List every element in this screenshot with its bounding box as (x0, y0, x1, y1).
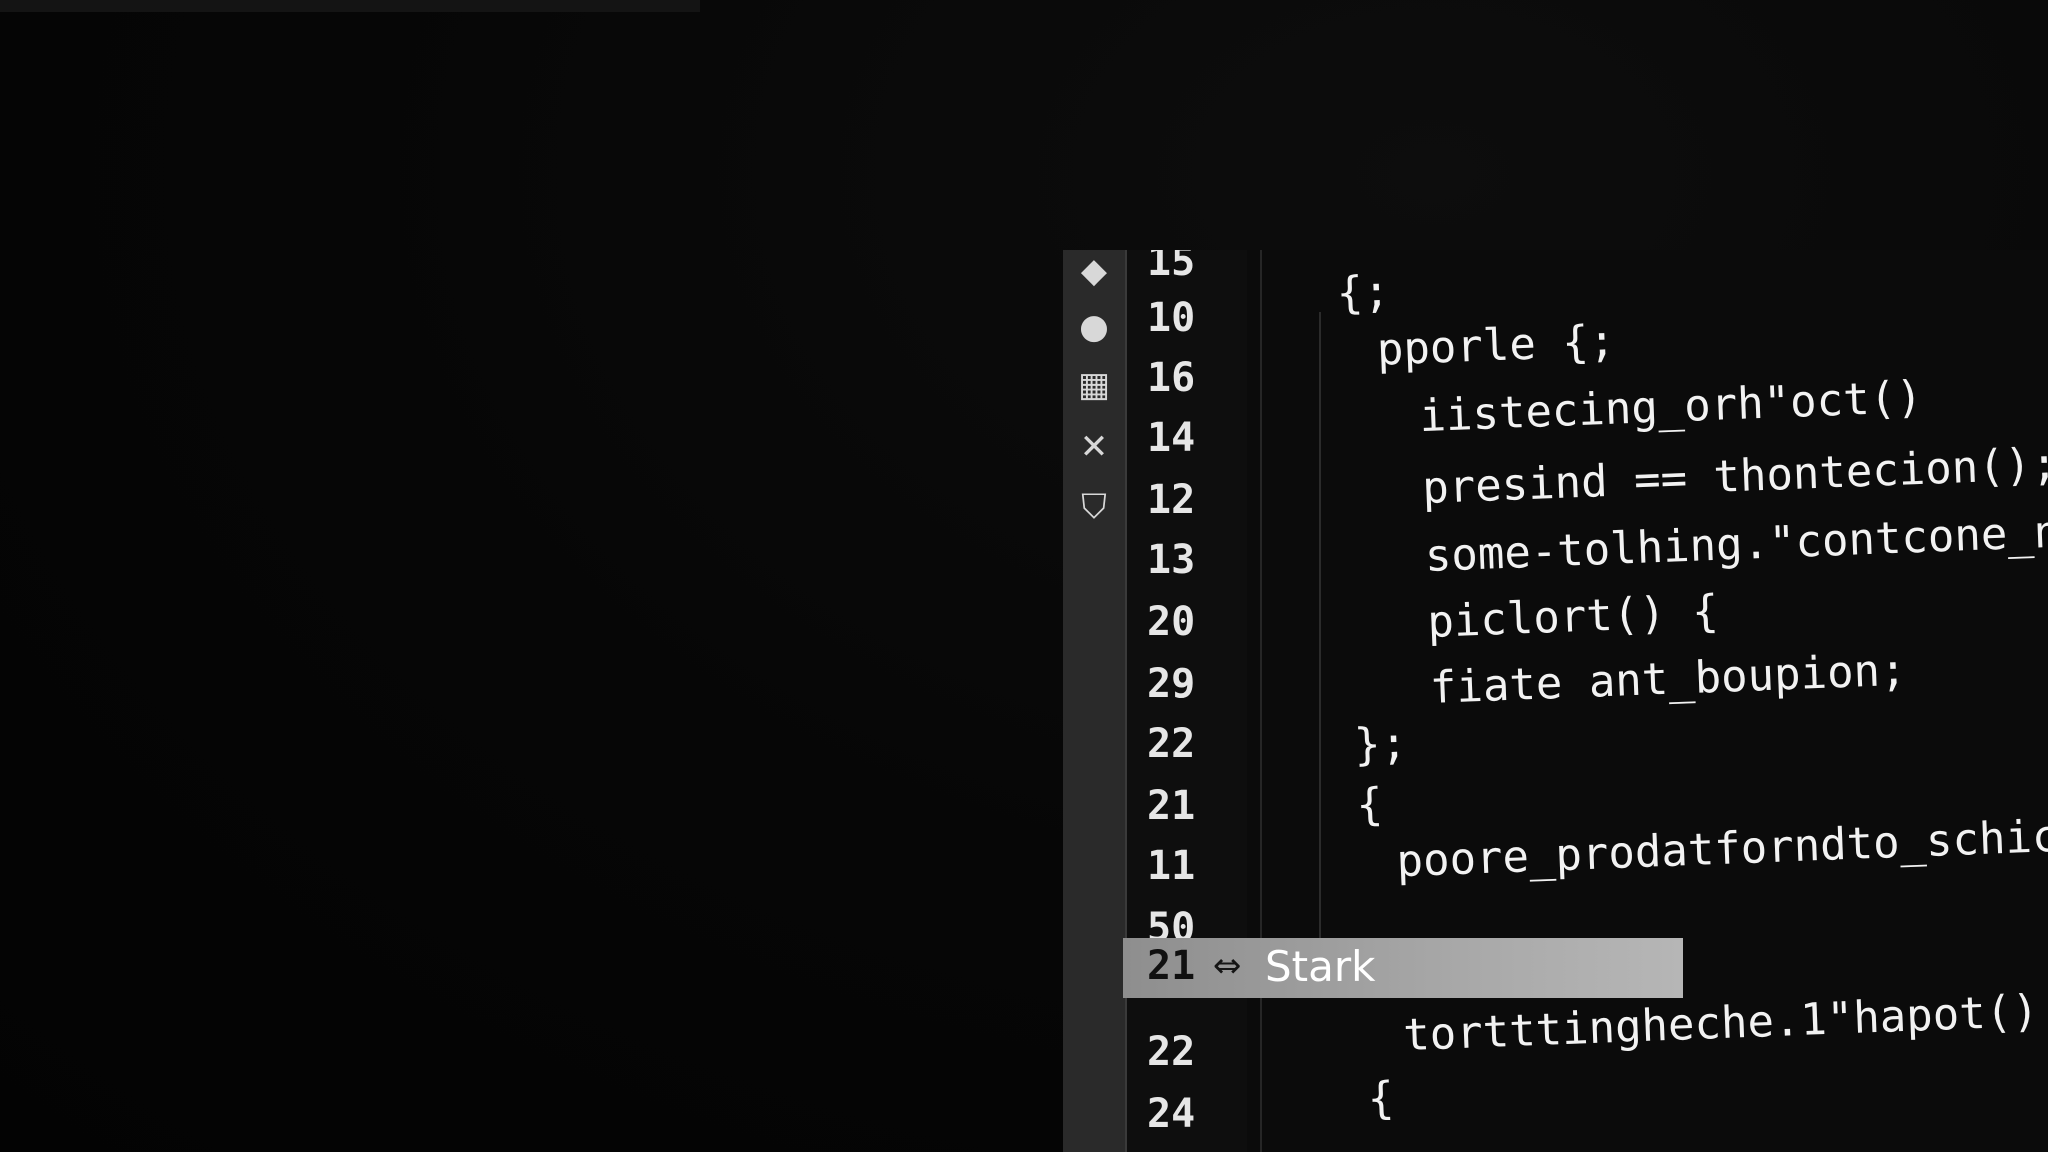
line-number: 22 (1147, 721, 1196, 767)
code-line: {; (1335, 266, 1391, 320)
close-icon[interactable]: ✕ (1077, 430, 1111, 464)
highlighted-line-number: 21 (1147, 943, 1196, 989)
activity-bar: ◆ ● ▦ ✕ ⛉ (1063, 250, 1127, 1152)
code-line: piclort() { (1426, 585, 1720, 648)
code-line: }; (1353, 717, 1409, 771)
code-line: presind == thontecion(); (1421, 438, 2048, 515)
search-icon[interactable]: ● (1077, 310, 1111, 344)
line-number: 29 (1147, 661, 1196, 707)
code-line: poore_prodatforndto_schic.tto (1395, 806, 2048, 888)
line-number: 21 (1147, 783, 1196, 829)
code-line: iistecing_orh"oct() (1418, 371, 1924, 443)
code-line: tortttingheche.1"hapot(); (1402, 984, 2048, 1062)
code-line: { (1355, 778, 1384, 831)
line-number: 12 (1147, 477, 1196, 523)
top-strip (0, 0, 700, 12)
breakpoint-icon[interactable]: ⇔ (1213, 946, 1242, 986)
line-number: 16 (1147, 355, 1196, 401)
line-number: 14 (1147, 415, 1196, 461)
files-icon[interactable]: ◆ (1077, 254, 1111, 288)
code-line: fiate ant_boupion; (1428, 644, 1908, 714)
line-number: 20 (1147, 599, 1196, 645)
code-area[interactable]: {; pporle {; iistecing_orh"oct() presind… (1263, 250, 2048, 1151)
gutter-divider (1260, 250, 1262, 1152)
line-number: 11 (1147, 843, 1196, 889)
code-line: some-tolhing."contcone_ntic (1423, 503, 2048, 582)
line-number: 22 (1147, 1029, 1196, 1075)
line-number: 15 (1147, 250, 1196, 285)
code-line: pporle {; (1375, 315, 1617, 376)
extensions-icon[interactable]: ▦ (1077, 368, 1111, 402)
line-number: 10 (1147, 295, 1196, 341)
line-number: 24 (1147, 1091, 1196, 1137)
code-line: { (1366, 1072, 1396, 1125)
code-editor[interactable]: ◆ ● ▦ ✕ ⛉ 15 10 16 14 12 13 20 29 22 21 … (1063, 250, 2048, 1152)
line-number: 13 (1147, 537, 1196, 583)
filter-icon[interactable]: ⛉ (1077, 490, 1111, 524)
